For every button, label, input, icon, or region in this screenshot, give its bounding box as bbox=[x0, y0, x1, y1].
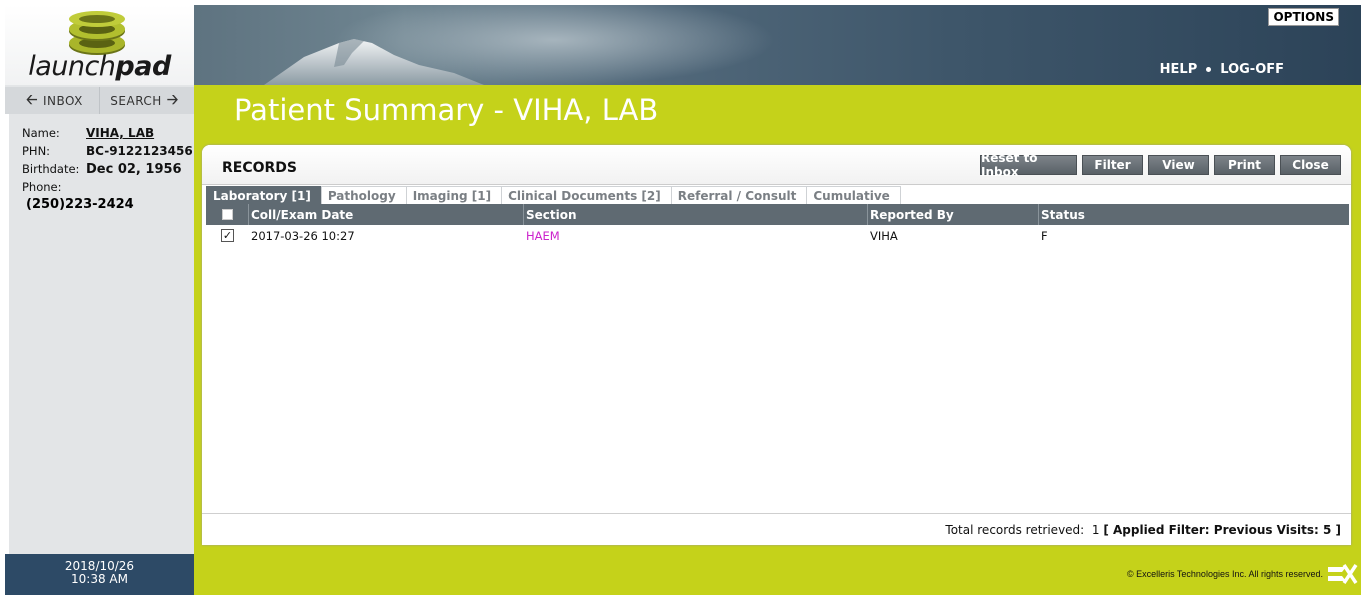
separator-dot bbox=[1206, 67, 1212, 72]
row-checkbox[interactable]: ✓ bbox=[221, 229, 234, 242]
select-all-checkbox[interactable] bbox=[221, 209, 233, 220]
record-tabs: Laboratory [1] Pathology Imaging [1] Cli… bbox=[206, 186, 901, 204]
records-toolbar: Reset to Inbox Filter View Print Close bbox=[980, 151, 1341, 179]
help-link[interactable]: HELP bbox=[1160, 62, 1198, 77]
tab-referral-consult[interactable]: Referral / Consult bbox=[670, 186, 808, 204]
copyright-text: © Excelleris Technologies Inc. All right… bbox=[1126, 569, 1323, 579]
column-header-status[interactable]: Status bbox=[1039, 204, 1349, 225]
page-title: Patient Summary - VIHA, LAB bbox=[234, 93, 659, 127]
tab-laboratory[interactable]: Laboratory [1] bbox=[206, 186, 322, 204]
close-button[interactable]: Close bbox=[1280, 155, 1341, 175]
options-button[interactable]: OPTIONS bbox=[1268, 8, 1339, 26]
view-button[interactable]: View bbox=[1148, 155, 1209, 175]
birthdate-value: Dec 02, 1956 bbox=[86, 161, 182, 177]
patient-info: Name: VIHA, LAB PHN: BC-9122123456 Birth… bbox=[5, 114, 194, 554]
records-table: Coll/Exam Date Section Reported By Statu… bbox=[206, 204, 1349, 246]
footer-bar: © Excelleris Technologies Inc. All right… bbox=[194, 554, 1361, 595]
records-title: RECORDS bbox=[222, 160, 298, 176]
cell-date: 2017-03-26 10:27 bbox=[251, 228, 355, 243]
search-nav-button[interactable]: SEARCH 🡢 bbox=[100, 87, 194, 114]
column-header-reported-by[interactable]: Reported By bbox=[868, 204, 1039, 225]
cell-reported-by: VIHA bbox=[870, 228, 898, 243]
datetime-display: 2018/10/26 10:38 AM bbox=[5, 554, 194, 595]
phone-value: (250)223-2424 bbox=[26, 197, 134, 212]
phone-label: Phone: bbox=[22, 180, 62, 194]
print-button[interactable]: Print bbox=[1214, 155, 1275, 175]
applied-filter-text: [ Applied Filter: Previous Visits: 5 ] bbox=[1103, 523, 1341, 537]
excelleris-logo-icon bbox=[1328, 564, 1358, 584]
reset-to-inbox-button[interactable]: Reset to Inbox bbox=[980, 151, 1077, 179]
tab-clinical-documents[interactable]: Clinical Documents [2] bbox=[501, 186, 672, 204]
tab-cumulative[interactable]: Cumulative bbox=[806, 186, 901, 204]
search-label: SEARCH bbox=[110, 93, 162, 108]
logo-area: launchpad bbox=[5, 5, 194, 85]
inbox-label: INBOX bbox=[42, 93, 83, 108]
row-select-cell: ✓ bbox=[206, 225, 249, 246]
name-label: Name: bbox=[22, 126, 60, 140]
total-records-label: Total records retrieved: bbox=[945, 523, 1085, 537]
help-links: HELP LOG-OFF bbox=[1160, 62, 1284, 77]
inbox-nav-button[interactable]: 🡠 INBOX bbox=[5, 87, 100, 114]
records-panel: RECORDS Reset to Inbox Filter View Print… bbox=[202, 145, 1351, 545]
patient-name-link[interactable]: VIHA, LAB bbox=[86, 126, 154, 140]
records-panel-header: RECORDS Reset to Inbox Filter View Print… bbox=[202, 145, 1351, 185]
table-header: Coll/Exam Date Section Reported By Statu… bbox=[206, 204, 1349, 225]
app-logo-text: launchpad bbox=[28, 51, 171, 82]
nav-tabs: 🡠 INBOX SEARCH 🡢 bbox=[5, 87, 194, 114]
table-row[interactable]: ✓ 2017-03-26 10:27 HAEM VIHA F bbox=[206, 225, 1349, 246]
tab-imaging[interactable]: Imaging [1] bbox=[405, 186, 503, 204]
total-records-count: 1 bbox=[1091, 523, 1100, 537]
records-footer: Total records retrieved: 1 [ Applied Fil… bbox=[202, 513, 1351, 545]
column-header-section[interactable]: Section bbox=[524, 204, 868, 225]
left-sidebar: launchpad 🡠 INBOX SEARCH 🡢 Name: VIHA, L… bbox=[5, 5, 194, 595]
select-all-cell bbox=[206, 204, 249, 225]
cell-status: F bbox=[1041, 228, 1048, 243]
arrow-left-icon: 🡠 bbox=[26, 91, 38, 108]
phn-label: PHN: bbox=[22, 144, 51, 158]
header-banner: OPTIONS HELP LOG-OFF bbox=[194, 5, 1361, 85]
cell-section-link[interactable]: HAEM bbox=[524, 225, 868, 246]
time-value: 10:38 AM bbox=[71, 572, 128, 586]
phn-value: BC-9122123456 bbox=[86, 144, 193, 158]
logoff-link[interactable]: LOG-OFF bbox=[1220, 62, 1284, 77]
column-header-date[interactable]: Coll/Exam Date bbox=[249, 204, 524, 225]
arrow-right-icon: 🡢 bbox=[166, 91, 179, 108]
birthdate-label: Birthdate: bbox=[22, 162, 80, 176]
filter-button[interactable]: Filter bbox=[1082, 155, 1143, 175]
checkmark-icon: ✓ bbox=[222, 229, 233, 242]
tab-pathology[interactable]: Pathology bbox=[320, 186, 407, 204]
records-summary: Total records retrieved: 1 [ Applied Fil… bbox=[945, 523, 1341, 537]
